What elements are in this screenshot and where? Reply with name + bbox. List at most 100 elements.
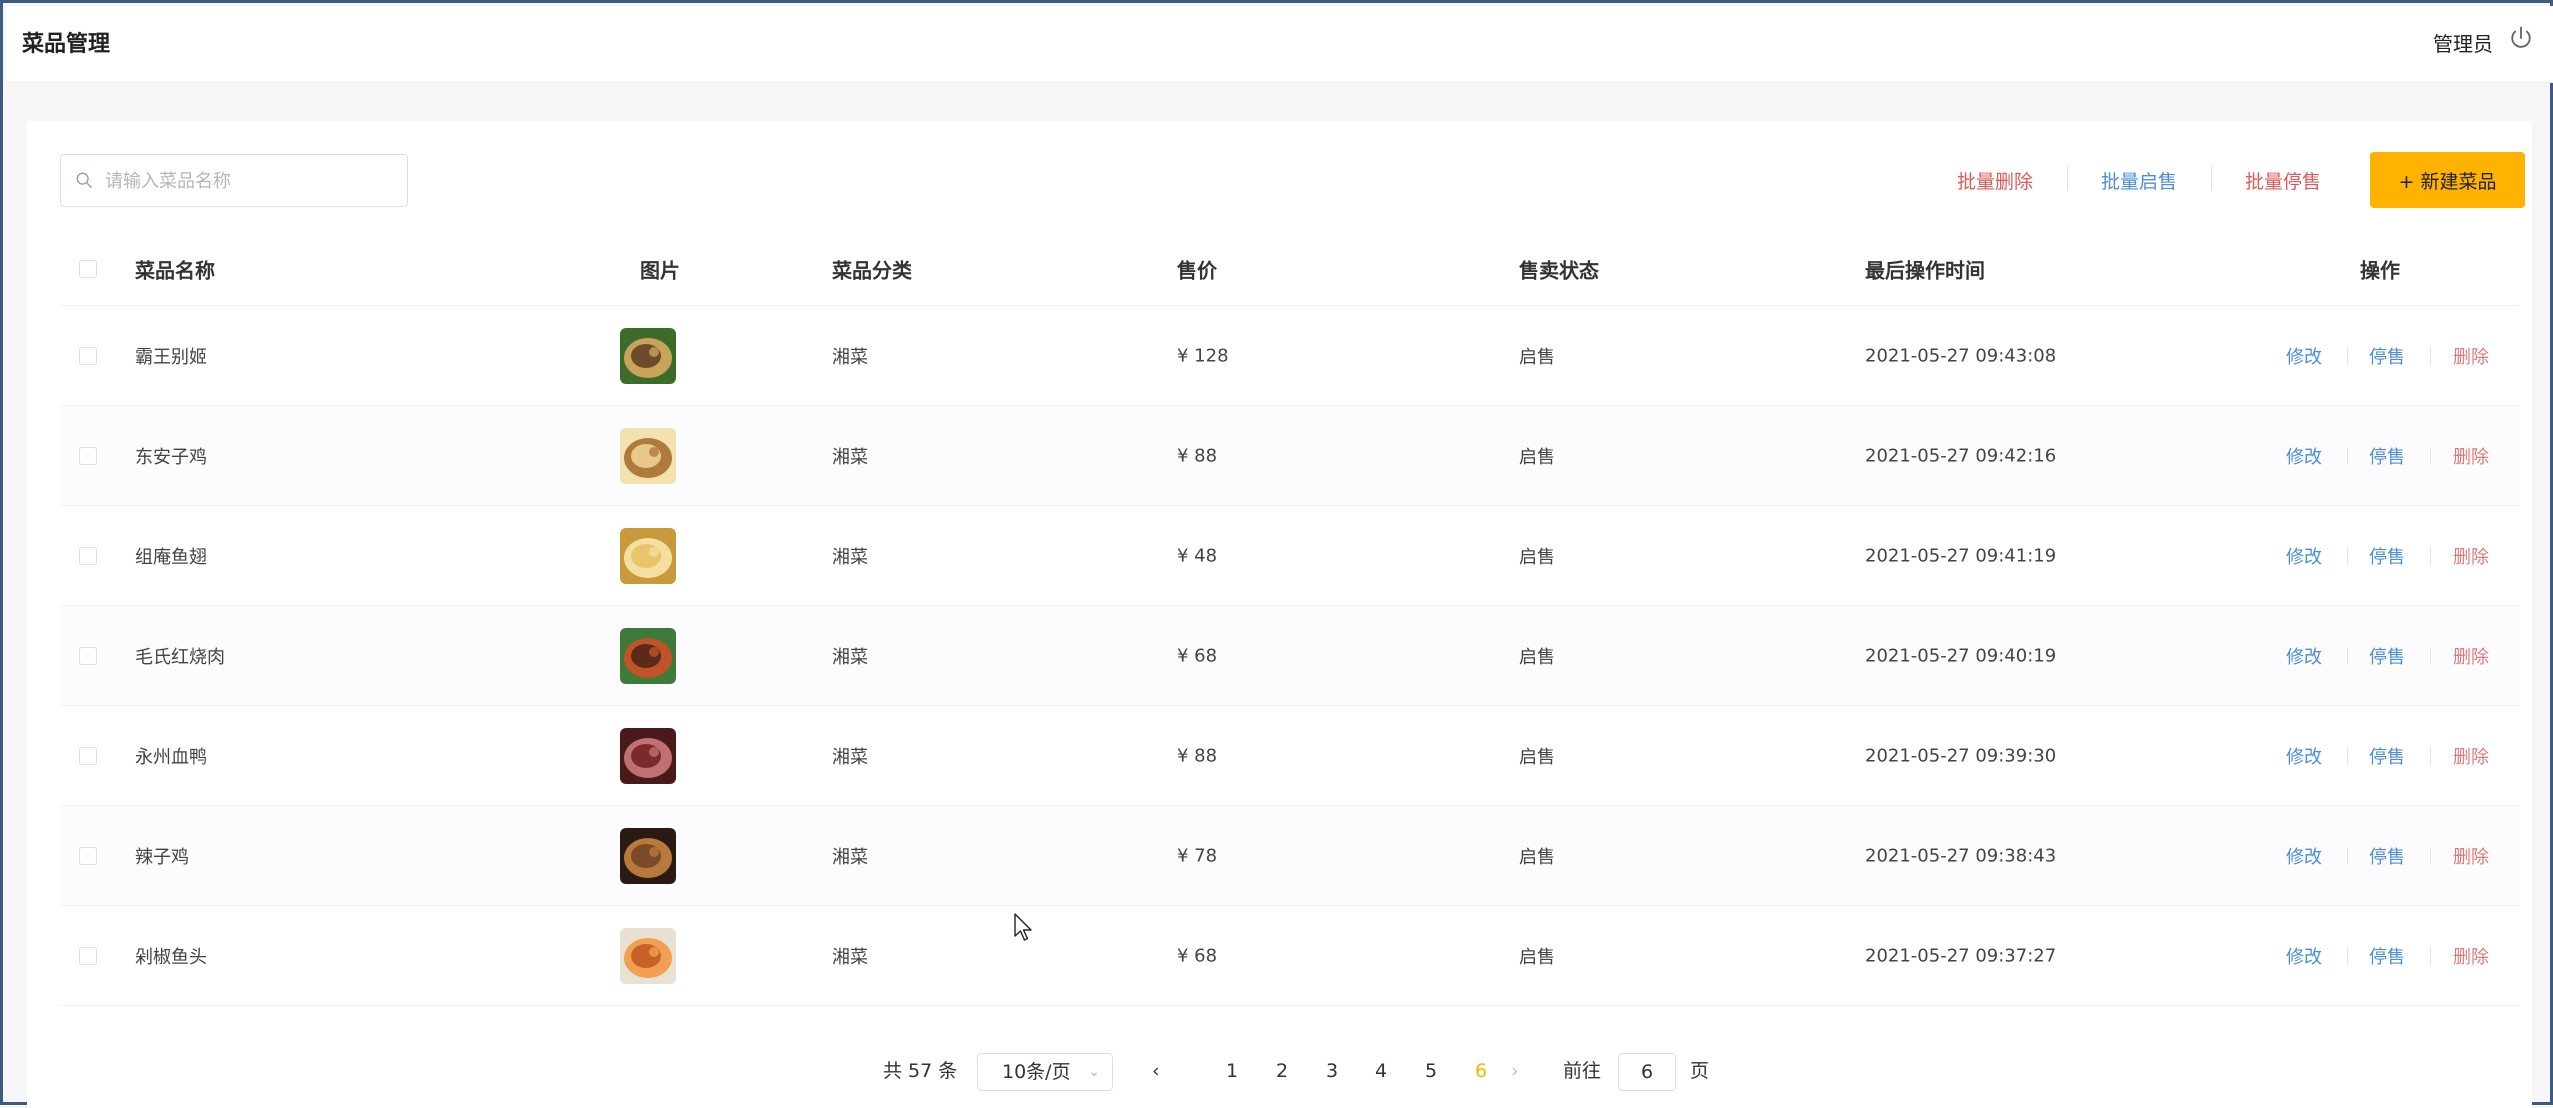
- edit-button[interactable]: 修改: [2286, 543, 2322, 569]
- pagination: 共 57 条 10条/页 ⌄ ‹ 123456 › 前往 6 页: [27, 1051, 2532, 1091]
- edit-button[interactable]: 修改: [2286, 843, 2322, 869]
- page-number[interactable]: 4: [1366, 1051, 1396, 1091]
- app-window: 菜品管理 管理员 批量删除 批量启售 批量停售 + 新建菜品 菜品名称 图片 菜…: [0, 0, 2553, 1108]
- new-dish-button[interactable]: + 新建菜品: [2370, 152, 2525, 208]
- dish-status: 启售: [1519, 446, 1555, 468]
- row-checkbox[interactable]: [79, 746, 97, 765]
- delete-button[interactable]: 删除: [2453, 743, 2489, 769]
- mouse-cursor-icon: [1014, 913, 1032, 941]
- search-icon: [76, 172, 92, 188]
- chevron-down-icon: ⌄: [1088, 1064, 1100, 1080]
- edit-button[interactable]: 修改: [2286, 643, 2322, 669]
- edit-button[interactable]: 修改: [2286, 743, 2322, 769]
- select-all-checkbox[interactable]: [79, 259, 97, 278]
- dish-category: 湘菜: [832, 746, 868, 768]
- column-header-status: 售卖状态: [1519, 258, 1599, 282]
- edit-button[interactable]: 修改: [2286, 343, 2322, 369]
- dish-price: ¥ 88: [1177, 745, 1218, 766]
- chevron-right-icon[interactable]: ›: [1511, 1051, 1519, 1091]
- page-size-select[interactable]: 10条/页 ⌄: [977, 1053, 1113, 1091]
- chevron-left-icon[interactable]: ‹: [1152, 1051, 1160, 1091]
- dish-category: 湘菜: [832, 546, 868, 568]
- goto-label: 前往: [1563, 1060, 1602, 1082]
- column-header-updated: 最后操作时间: [1865, 258, 1985, 282]
- table-body: 霸王别姬 湘菜 ¥ 128 启售 2021-05-27 09:43:08 修改 …: [60, 306, 2520, 1006]
- page-number[interactable]: 5: [1416, 1051, 1446, 1091]
- dish-status: 启售: [1519, 346, 1555, 368]
- stop-sale-button[interactable]: 停售: [2369, 543, 2405, 569]
- page-number[interactable]: 2: [1267, 1051, 1297, 1091]
- divider: [2347, 746, 2348, 765]
- dish-status: 启售: [1519, 846, 1555, 868]
- table-row: 剁椒鱼头 湘菜 ¥ 68 启售 2021-05-27 09:37:27 修改 停…: [60, 906, 2520, 1006]
- dish-price: ¥ 68: [1177, 645, 1218, 666]
- user-name[interactable]: 管理员: [2433, 28, 2493, 57]
- dish-name: 霸王别姬: [135, 346, 207, 368]
- dish-updated-time: 2021-05-27 09:42:16: [1865, 445, 2057, 466]
- stop-sale-button[interactable]: 停售: [2369, 943, 2405, 969]
- stop-sale-button[interactable]: 停售: [2369, 843, 2405, 869]
- delete-button[interactable]: 删除: [2453, 443, 2489, 469]
- dish-price: ¥ 78: [1177, 845, 1218, 866]
- page-number[interactable]: 3: [1317, 1051, 1347, 1091]
- goto-suffix: 页: [1690, 1060, 1710, 1082]
- batch-disable-button[interactable]: 批量停售: [2245, 167, 2321, 194]
- dish-updated-time: 2021-05-27 09:43:08: [1865, 345, 2057, 366]
- power-icon[interactable]: [2507, 24, 2535, 52]
- page-number[interactable]: 6: [1466, 1051, 1496, 1091]
- dish-thumbnail: [620, 427, 676, 484]
- dish-status: 启售: [1519, 546, 1555, 568]
- dish-table: 菜品名称 图片 菜品分类 售价 售卖状态 最后操作时间 操作 霸王别姬 湘菜 ¥…: [60, 232, 2520, 1006]
- dish-thumbnail: [620, 327, 676, 384]
- delete-button[interactable]: 删除: [2453, 843, 2489, 869]
- divider: [2430, 946, 2431, 965]
- delete-button[interactable]: 删除: [2453, 943, 2489, 969]
- dish-thumbnail: [620, 627, 676, 684]
- row-checkbox[interactable]: [79, 646, 97, 665]
- edit-button[interactable]: 修改: [2286, 943, 2322, 969]
- dish-updated-time: 2021-05-27 09:39:30: [1865, 745, 2057, 766]
- delete-button[interactable]: 删除: [2453, 343, 2489, 369]
- dish-status: 启售: [1519, 646, 1555, 668]
- goto-page-input[interactable]: 6: [1618, 1053, 1676, 1091]
- dish-name: 毛氏红烧肉: [135, 646, 225, 668]
- dish-updated-time: 2021-05-27 09:38:43: [1865, 845, 2057, 866]
- search-input[interactable]: [105, 165, 395, 197]
- stop-sale-button[interactable]: 停售: [2369, 643, 2405, 669]
- row-checkbox[interactable]: [79, 446, 97, 465]
- divider: [2430, 846, 2431, 865]
- pagination-total: 共 57 条: [883, 1060, 958, 1082]
- dish-price: ¥ 128: [1177, 345, 1229, 366]
- content-panel: 批量删除 批量启售 批量停售 + 新建菜品 菜品名称 图片 菜品分类 售价 售卖…: [27, 121, 2532, 1108]
- search-box[interactable]: [60, 154, 408, 207]
- row-checkbox[interactable]: [79, 546, 97, 565]
- dish-name: 永州血鸭: [135, 746, 207, 768]
- stop-sale-button[interactable]: 停售: [2369, 443, 2405, 469]
- dish-category: 湘菜: [832, 646, 868, 668]
- delete-button[interactable]: 删除: [2453, 543, 2489, 569]
- dish-price: ¥ 48: [1177, 545, 1218, 566]
- row-checkbox[interactable]: [79, 946, 97, 965]
- dish-price: ¥ 88: [1177, 445, 1218, 466]
- divider: [2347, 346, 2348, 365]
- dish-category: 湘菜: [832, 846, 868, 868]
- table-header: 菜品名称 图片 菜品分类 售价 售卖状态 最后操作时间 操作: [60, 232, 2520, 306]
- divider: [2430, 346, 2431, 365]
- table-row: 霸王别姬 湘菜 ¥ 128 启售 2021-05-27 09:43:08 修改 …: [60, 306, 2520, 406]
- row-checkbox[interactable]: [79, 346, 97, 365]
- edit-button[interactable]: 修改: [2286, 443, 2322, 469]
- divider: [2347, 646, 2348, 665]
- dish-name: 东安子鸡: [135, 446, 207, 468]
- batch-enable-button[interactable]: 批量启售: [2101, 167, 2177, 194]
- dish-thumbnail: [620, 827, 676, 884]
- batch-delete-button[interactable]: 批量删除: [1957, 167, 2033, 194]
- divider: [2347, 946, 2348, 965]
- row-checkbox[interactable]: [79, 846, 97, 865]
- stop-sale-button[interactable]: 停售: [2369, 343, 2405, 369]
- delete-button[interactable]: 删除: [2453, 643, 2489, 669]
- page-number[interactable]: 1: [1217, 1051, 1247, 1091]
- column-header-ops: 操作: [2360, 258, 2400, 282]
- stop-sale-button[interactable]: 停售: [2369, 743, 2405, 769]
- table-row: 东安子鸡 湘菜 ¥ 88 启售 2021-05-27 09:42:16 修改 停…: [60, 406, 2520, 506]
- dish-thumbnail: [620, 927, 676, 984]
